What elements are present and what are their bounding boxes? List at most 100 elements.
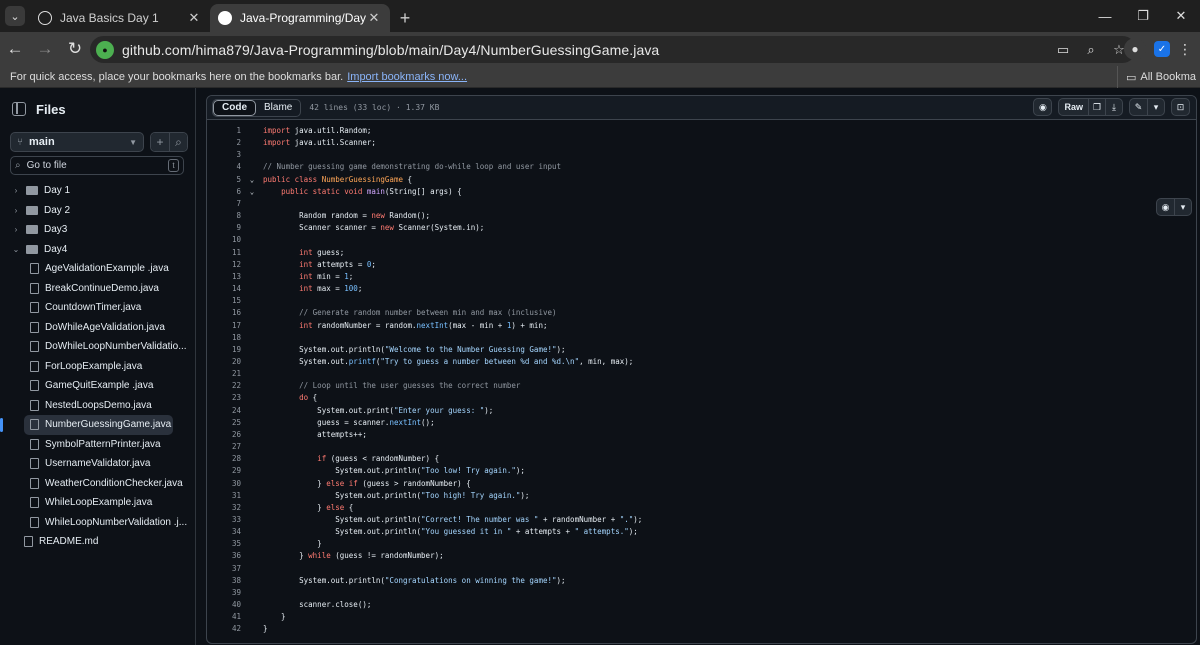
reload-button[interactable]: ↻ — [60, 34, 90, 64]
line-number[interactable]: 21 — [207, 368, 241, 380]
line-number[interactable]: 4 — [207, 161, 241, 173]
tree-file[interactable]: WhileLoopExample.java — [0, 493, 196, 513]
line-number[interactable]: 30 — [207, 478, 241, 490]
line-number[interactable]: 28 — [207, 453, 241, 465]
tree-folder[interactable]: ⌄ Day4 — [0, 240, 196, 260]
browser-tab-2[interactable]: Java-Programming/Day4/NumberGuessingGame… — [210, 4, 390, 32]
minimize-icon[interactable]: — — [1086, 0, 1124, 32]
site-info-icon[interactable]: ● — [96, 40, 114, 59]
restore-icon[interactable]: ❐ — [1124, 0, 1162, 32]
line-number[interactable]: 38 — [207, 575, 241, 587]
line-number[interactable]: 12 — [207, 259, 241, 271]
chevron-right-icon[interactable]: › — [10, 186, 22, 195]
tree-file[interactable]: WhileLoopNumberValidation .j... — [0, 513, 196, 533]
line-number[interactable]: 19 — [207, 344, 241, 356]
profile-icon[interactable]: ● — [1124, 38, 1146, 60]
line-number[interactable]: 37 — [207, 563, 241, 575]
line-number[interactable]: 16 — [207, 307, 241, 319]
tree-folder[interactable]: › Day 1 — [0, 181, 196, 201]
cast-icon[interactable]: ▭ — [1054, 42, 1072, 58]
tab-search-button[interactable]: ⌄ — [0, 0, 30, 32]
chevron-down-icon[interactable]: ⌄ — [10, 245, 22, 254]
tree-file[interactable]: README.md — [0, 532, 196, 552]
sidebar-toggle-icon[interactable] — [12, 102, 26, 116]
copilot-button[interactable]: ◉ — [1033, 98, 1053, 116]
line-number[interactable]: 1 — [207, 125, 241, 137]
close-icon[interactable]: ✕ — [186, 10, 202, 26]
line-number[interactable]: 27 — [207, 441, 241, 453]
forward-button[interactable]: → — [30, 34, 60, 64]
tree-file[interactable]: AgeValidationExample .java — [0, 259, 196, 279]
copy-icon[interactable]: ❐ — [1088, 99, 1105, 115]
browser-tab-1[interactable]: Java Basics Day 1 ✕ — [30, 4, 210, 32]
line-number[interactable]: 23 — [207, 392, 241, 404]
line-number[interactable]: 18 — [207, 332, 241, 344]
line-number[interactable]: 40 — [207, 599, 241, 611]
window-close-icon[interactable]: ✕ — [1162, 0, 1200, 32]
line-number[interactable]: 35 — [207, 538, 241, 550]
line-number[interactable]: 25 — [207, 417, 241, 429]
extension-icon[interactable]: ✓ — [1154, 41, 1170, 57]
line-number[interactable]: 24 — [207, 405, 241, 417]
chevron-right-icon[interactable]: › — [10, 206, 22, 215]
zoom-icon[interactable]: ⌕ — [1082, 42, 1100, 58]
line-number[interactable]: 36 — [207, 550, 241, 562]
line-number[interactable]: 9 — [207, 222, 241, 234]
line-number[interactable]: 20 — [207, 356, 241, 368]
line-number[interactable]: 2 — [207, 137, 241, 149]
line-number[interactable]: 6 — [207, 186, 241, 198]
tree-file[interactable]: DoWhileLoopNumberValidatio... — [0, 337, 196, 357]
tree-file[interactable]: DoWhileAgeValidation.java — [0, 318, 196, 338]
go-to-file-input[interactable]: ⌕ Go to file t — [10, 156, 184, 175]
line-number[interactable]: 3 — [207, 149, 241, 161]
line-number[interactable]: 32 — [207, 502, 241, 514]
line-number[interactable]: 41 — [207, 611, 241, 623]
line-number[interactable]: 34 — [207, 526, 241, 538]
url-text[interactable]: github.com/hima879/Java-Programming/blob… — [122, 42, 659, 58]
line-number[interactable]: 5 — [207, 174, 241, 186]
tab-blame[interactable]: Blame — [256, 100, 300, 116]
fold-chevron-icon[interactable]: ⌄ — [241, 174, 263, 186]
chevron-right-icon[interactable]: › — [10, 225, 22, 234]
tree-file[interactable]: CountdownTimer.java — [0, 298, 196, 318]
new-tab-button[interactable]: + — [390, 4, 420, 32]
line-number[interactable]: 29 — [207, 465, 241, 477]
tree-file[interactable]: GameQuitExample .java — [0, 376, 196, 396]
branch-selector[interactable]: ⑂ main ▼ — [10, 132, 144, 152]
tree-file[interactable]: BreakContinueDemo.java — [0, 279, 196, 299]
line-number[interactable]: 7 — [207, 198, 241, 210]
line-number[interactable]: 42 — [207, 623, 241, 635]
line-number[interactable]: 10 — [207, 234, 241, 246]
all-bookmarks-button[interactable]: ▭ All Bookma — [1116, 66, 1196, 88]
raw-button[interactable]: Raw — [1059, 99, 1088, 115]
tree-folder[interactable]: › Day3 — [0, 220, 196, 240]
close-icon[interactable]: ✕ — [366, 10, 382, 26]
line-number[interactable]: 11 — [207, 247, 241, 259]
line-number[interactable]: 26 — [207, 429, 241, 441]
tree-file[interactable]: NestedLoopsDemo.java — [0, 396, 196, 416]
tab-code[interactable]: Code — [213, 99, 256, 116]
tree-file[interactable]: WeatherConditionChecker.java — [0, 474, 196, 494]
tree-file[interactable]: UsernameValidator.java — [0, 454, 196, 474]
line-number[interactable]: 22 — [207, 380, 241, 392]
download-icon[interactable]: ⤓ — [1105, 99, 1122, 115]
line-number[interactable]: 31 — [207, 490, 241, 502]
fold-chevron-icon[interactable]: ⌄ — [241, 186, 263, 198]
tree-file[interactable]: SymbolPatternPrinter.java — [0, 435, 196, 455]
line-number[interactable]: 8 — [207, 210, 241, 222]
tree-file[interactable]: NumberGuessingGame.java — [0, 415, 173, 435]
line-number[interactable]: 17 — [207, 320, 241, 332]
tree-file[interactable]: ForLoopExample.java — [0, 357, 196, 377]
tree-folder[interactable]: › Day 2 — [0, 201, 196, 221]
line-number[interactable]: 33 — [207, 514, 241, 526]
address-bar[interactable]: ● github.com/hima879/Java-Programming/bl… — [90, 36, 1136, 63]
line-number[interactable]: 14 — [207, 283, 241, 295]
back-button[interactable]: ← — [0, 34, 30, 64]
line-number[interactable]: 15 — [207, 295, 241, 307]
search-button[interactable]: ⌕ — [169, 133, 187, 151]
line-number[interactable]: 13 — [207, 271, 241, 283]
add-file-button[interactable]: + — [151, 133, 169, 151]
line-number[interactable]: 39 — [207, 587, 241, 599]
import-bookmarks-link[interactable]: Import bookmarks now... — [347, 71, 467, 83]
chevron-down-icon[interactable]: ▾ — [1147, 99, 1164, 115]
